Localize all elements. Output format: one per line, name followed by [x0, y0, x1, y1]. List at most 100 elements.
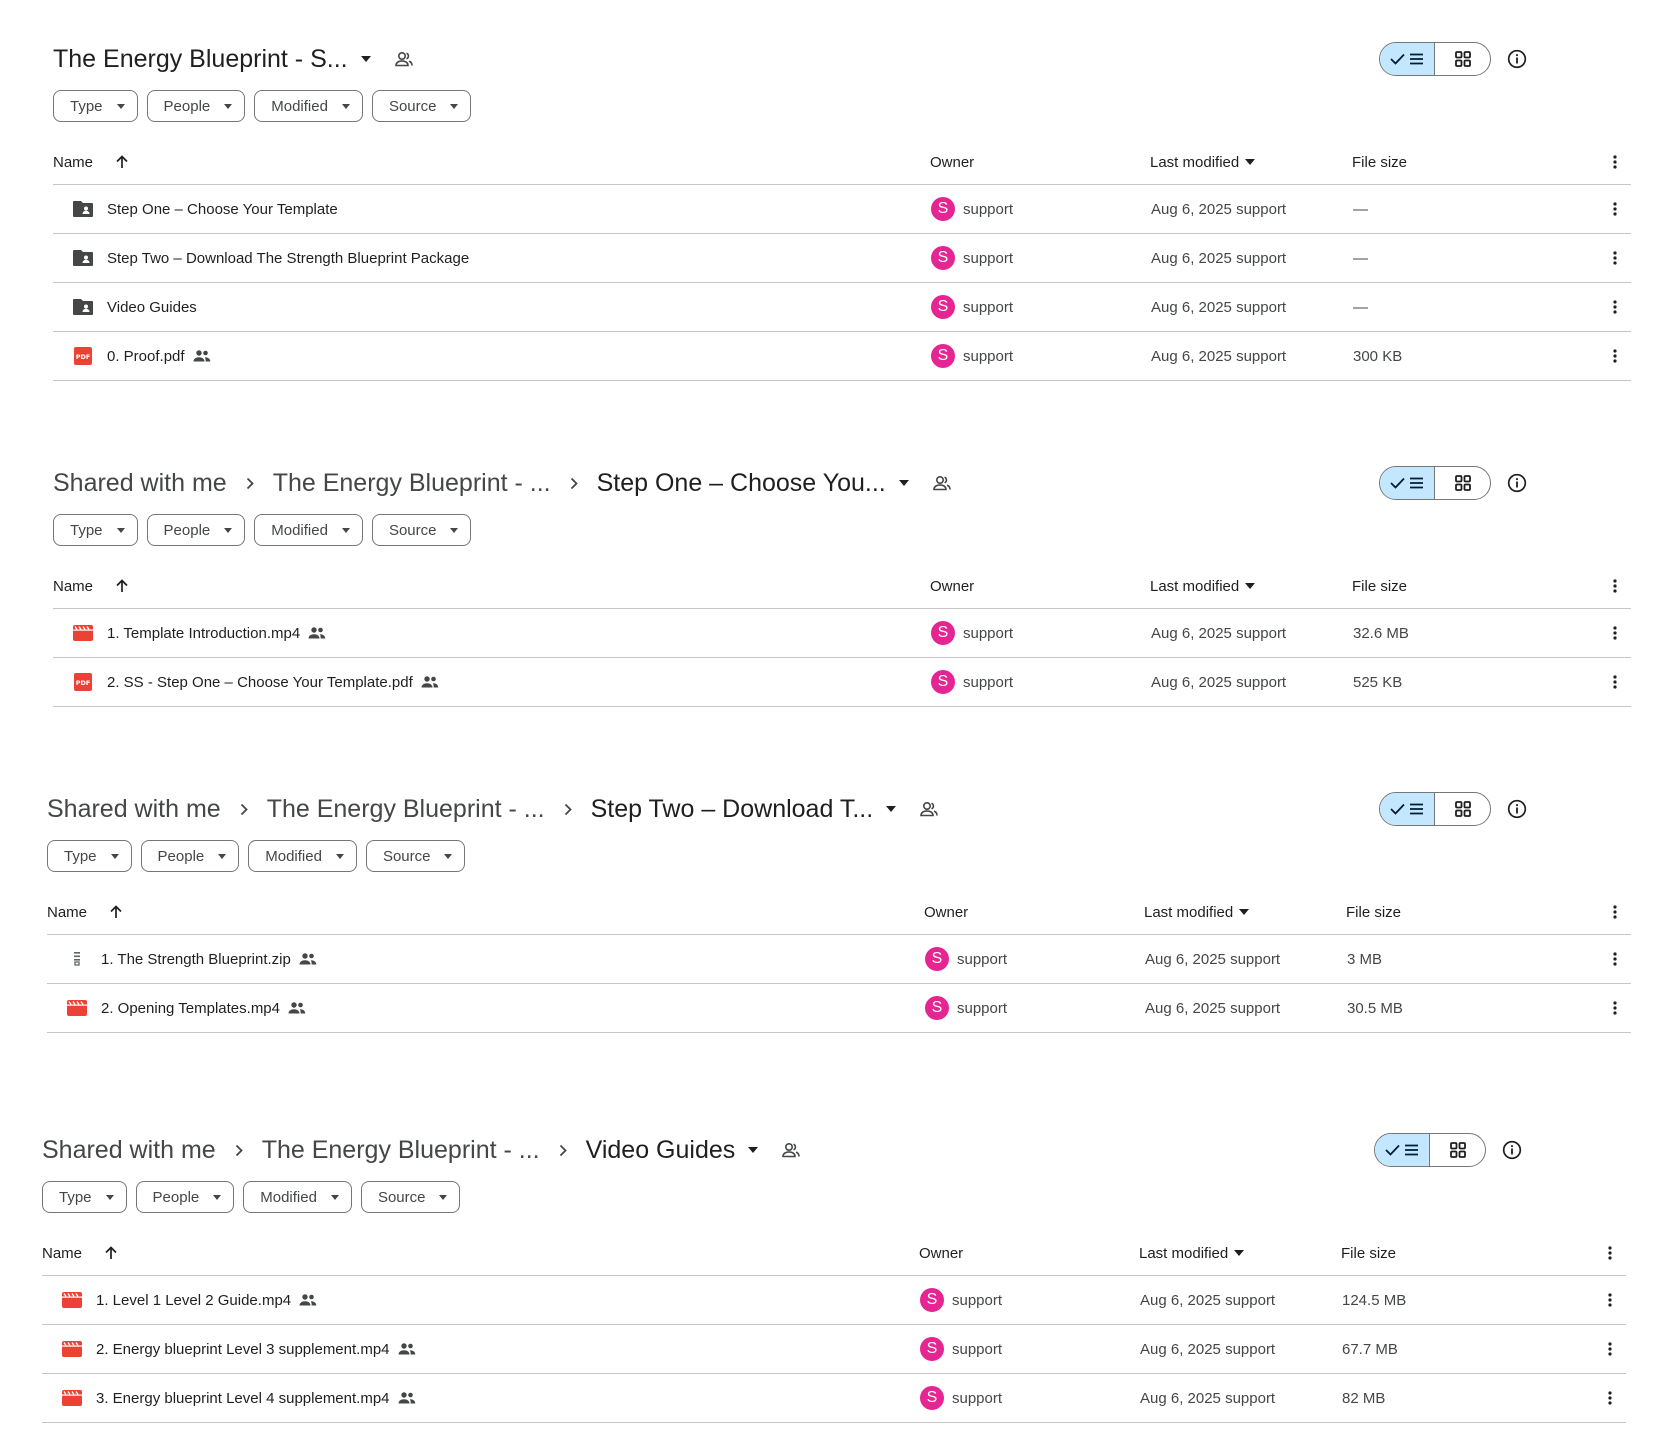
- table-row[interactable]: PDF 2. SS - Step One – Choose Your Templa…: [53, 658, 1631, 707]
- filter-chip-label: People: [152, 1188, 200, 1206]
- more-vert-icon[interactable]: [1603, 185, 1627, 233]
- grid-view-icon[interactable]: [1435, 793, 1490, 825]
- list-view-icon[interactable]: [1380, 793, 1436, 825]
- more-vert-icon[interactable]: [1603, 889, 1627, 935]
- shared-folder-people-icon: [388, 43, 420, 75]
- list-view-icon[interactable]: [1380, 43, 1436, 75]
- table-row[interactable]: 1. The Strength Blueprint.zip Ssupport Aug…: [47, 935, 1631, 984]
- table-row[interactable]: PDF 0. Proof.pdf Ssupport Aug 6, 2025 suppo…: [53, 332, 1631, 381]
- column-header-name[interactable]: Name: [47, 889, 123, 935]
- filter-chip-label: Modified: [265, 847, 322, 865]
- info-icon[interactable]: [1503, 795, 1531, 823]
- sort-caret-down-icon: [1245, 159, 1256, 165]
- current-folder-title[interactable]: The Energy Blueprint - S...: [53, 43, 382, 75]
- arrow-up-icon[interactable]: [115, 579, 129, 593]
- table-row[interactable]: Video Guides Ssupport Aug 6, 2025 support —: [53, 283, 1631, 332]
- column-header-file-size: File size: [1346, 903, 1402, 921]
- owner-cell: Ssupport: [920, 1374, 1002, 1422]
- more-vert-icon[interactable]: [1603, 658, 1627, 706]
- column-header-last-modified[interactable]: Last modified: [1150, 563, 1256, 609]
- more-vert-icon[interactable]: [1603, 609, 1627, 657]
- grid-view-icon[interactable]: [1435, 467, 1490, 499]
- filter-chip-people[interactable]: People: [135, 1181, 235, 1213]
- caret-down-icon[interactable]: [737, 1134, 769, 1166]
- filter-chip-source[interactable]: Source: [365, 840, 466, 872]
- filter-chip-modified[interactable]: Modified: [243, 1181, 352, 1213]
- table-row[interactable]: Step One – Choose Your Template Ssupport A…: [53, 185, 1631, 234]
- filter-chip-type[interactable]: Type: [53, 90, 138, 122]
- arrow-up-icon[interactable]: [115, 155, 129, 169]
- column-name-label: Name: [53, 577, 94, 595]
- more-vert-icon[interactable]: [1603, 984, 1627, 1032]
- list-view-icon[interactable]: [1380, 467, 1436, 499]
- table-row[interactable]: 1. Template Introduction.mp4 Ssupport Aug …: [53, 609, 1631, 658]
- grid-view-icon[interactable]: [1435, 43, 1490, 75]
- filter-chip-modified[interactable]: Modified: [254, 90, 363, 122]
- column-header-last-modified[interactable]: Last modified: [1150, 139, 1256, 185]
- list-view-icon[interactable]: [1375, 1134, 1431, 1166]
- shared-folder-icon: [69, 185, 97, 233]
- filter-chip-type[interactable]: Type: [47, 840, 132, 872]
- info-icon[interactable]: [1503, 469, 1531, 497]
- filter-chip-modified[interactable]: Modified: [254, 514, 363, 546]
- table-row[interactable]: 3. Energy blueprint Level 4 supplement.m…: [42, 1374, 1626, 1423]
- table-header: Name Owner Last modified File size: [53, 563, 1631, 609]
- breadcrumb-item[interactable]: Shared with me: [42, 1136, 216, 1165]
- caret-down-icon[interactable]: [888, 467, 920, 499]
- more-vert-icon[interactable]: [1598, 1325, 1622, 1373]
- filter-chip-modified[interactable]: Modified: [248, 840, 357, 872]
- filter-chip-source[interactable]: Source: [360, 1181, 461, 1213]
- filter-chip-label: Type: [59, 1188, 92, 1206]
- more-vert-icon[interactable]: [1603, 563, 1627, 609]
- more-vert-icon[interactable]: [1598, 1276, 1622, 1324]
- caret-down-icon[interactable]: [350, 43, 382, 75]
- column-header-name[interactable]: Name: [42, 1230, 118, 1276]
- table-row[interactable]: 2. Opening Templates.mp4 Ssupport Aug 6, 2…: [47, 984, 1631, 1033]
- filter-chip-type[interactable]: Type: [53, 514, 138, 546]
- table-row[interactable]: 1. Level 1 Level 2 Guide.mp4 Ssupport Aug …: [42, 1276, 1626, 1325]
- column-header-owner: Owner: [930, 153, 975, 171]
- filter-chip-source[interactable]: Source: [371, 514, 472, 546]
- table-row[interactable]: Step Two – Download The Strength Bluepri…: [53, 234, 1631, 283]
- breadcrumb-item[interactable]: The Energy Blueprint - ...: [262, 1136, 540, 1165]
- more-vert-icon[interactable]: [1598, 1374, 1622, 1422]
- file-list: Name Owner Last modified File size 1. Templa…: [53, 563, 1631, 707]
- filter-chip-type[interactable]: Type: [42, 1181, 127, 1213]
- breadcrumb-item[interactable]: The Energy Blueprint - ...: [273, 469, 551, 498]
- shared-folder-icon: [69, 234, 97, 282]
- file-size-cell: 32.6 MB: [1353, 624, 1409, 642]
- column-header-last-modified[interactable]: Last modified: [1144, 889, 1250, 935]
- column-header-name[interactable]: Name: [53, 563, 129, 609]
- filter-chip-label: Type: [70, 97, 103, 115]
- current-folder-title[interactable]: Step Two – Download T...: [591, 793, 908, 825]
- more-vert-icon[interactable]: [1603, 283, 1627, 331]
- breadcrumb-item[interactable]: Shared with me: [53, 469, 227, 498]
- filter-chip-people[interactable]: People: [146, 514, 246, 546]
- caret-down-icon[interactable]: [875, 793, 907, 825]
- breadcrumb-item[interactable]: The Energy Blueprint - ...: [267, 795, 545, 824]
- column-last-modified-label: Last modified: [1144, 903, 1234, 921]
- more-vert-icon[interactable]: [1603, 332, 1627, 380]
- more-vert-icon[interactable]: [1603, 234, 1627, 282]
- filter-chip-source[interactable]: Source: [371, 90, 472, 122]
- filter-chip-people[interactable]: People: [146, 90, 246, 122]
- filter-chip-people[interactable]: People: [140, 840, 240, 872]
- grid-view-icon[interactable]: [1430, 1134, 1485, 1166]
- file-size-cell: 82 MB: [1342, 1389, 1386, 1407]
- more-vert-icon[interactable]: [1603, 139, 1627, 185]
- current-folder-title[interactable]: Step One – Choose You...: [597, 467, 920, 499]
- table-row[interactable]: 2. Energy blueprint Level 3 supplement.m…: [42, 1325, 1626, 1374]
- info-icon[interactable]: [1503, 45, 1531, 73]
- arrow-up-icon[interactable]: [104, 1246, 118, 1260]
- shared-folder-icon: [69, 283, 97, 331]
- arrow-up-icon[interactable]: [109, 905, 123, 919]
- owner-cell: Ssupport: [931, 283, 1013, 331]
- more-vert-icon[interactable]: [1598, 1230, 1622, 1276]
- file-name-cell: 0. Proof.pdf: [107, 332, 211, 380]
- info-icon[interactable]: [1498, 1136, 1526, 1164]
- more-vert-icon[interactable]: [1603, 935, 1627, 983]
- column-header-last-modified[interactable]: Last modified: [1139, 1230, 1245, 1276]
- column-header-name[interactable]: Name: [53, 139, 129, 185]
- breadcrumb-item[interactable]: Shared with me: [47, 795, 221, 824]
- current-folder-title[interactable]: Video Guides: [586, 1134, 770, 1166]
